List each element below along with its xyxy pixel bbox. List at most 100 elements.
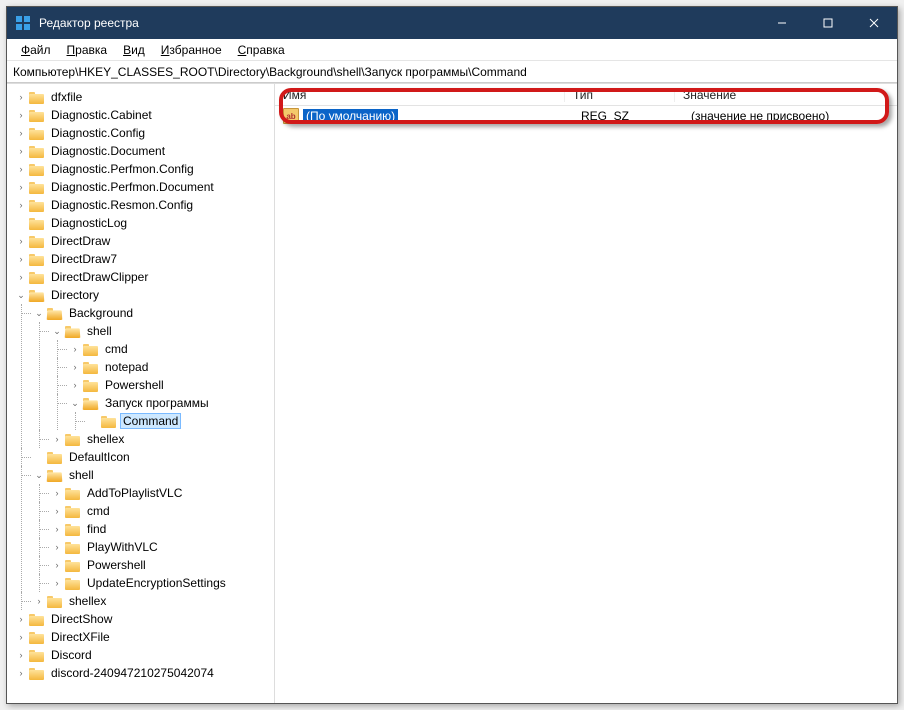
tree-item[interactable]: › discord-240947210275042074 [15, 664, 274, 682]
menu-view[interactable]: Вид [115, 41, 153, 59]
tree-item-label: shell [85, 324, 114, 338]
tree-item[interactable]: ›Diagnostic.Cabinet [15, 106, 274, 124]
expand-icon[interactable]: › [51, 523, 63, 535]
address-bar[interactable]: Компьютер\HKEY_CLASSES_ROOT\Directory\Ba… [7, 61, 897, 83]
tree-item[interactable]: ⌄Background [33, 304, 274, 322]
tree-item[interactable]: Command [87, 412, 274, 430]
tree-item-label: DirectDraw7 [49, 252, 119, 266]
tree-item-label: Command [121, 414, 180, 428]
expand-icon[interactable]: › [15, 109, 27, 121]
tree-item[interactable]: ›find [51, 520, 274, 538]
expand-icon[interactable]: › [15, 163, 27, 175]
tree-item[interactable]: ›notepad [69, 358, 274, 376]
column-name[interactable]: Имя [275, 88, 565, 102]
folder-icon [29, 666, 45, 680]
collapse-icon[interactable]: ⌄ [15, 289, 27, 301]
expand-icon[interactable]: › [51, 577, 63, 589]
expand-icon[interactable]: › [15, 235, 27, 247]
tree-item[interactable]: ›Diagnostic.Perfmon.Config [15, 160, 274, 178]
collapse-icon[interactable]: ⌄ [33, 307, 45, 319]
expand-icon[interactable]: › [69, 361, 81, 373]
expand-icon[interactable]: › [15, 145, 27, 157]
expand-icon[interactable]: › [51, 505, 63, 517]
menu-help[interactable]: Справка [230, 41, 293, 59]
tree-item[interactable]: ›cmd [51, 502, 274, 520]
column-type[interactable]: Тип [565, 88, 675, 102]
expand-icon[interactable]: › [15, 253, 27, 265]
tree-item[interactable]: ›cmd [69, 340, 274, 358]
tree-item-label: discord-240947210275042074 [49, 666, 216, 680]
minimize-button[interactable] [759, 7, 805, 39]
tree-item[interactable]: › shellex [33, 592, 274, 610]
tree-item[interactable]: ›Powershell [69, 376, 274, 394]
column-data[interactable]: Значение [675, 88, 897, 102]
expand-icon[interactable]: › [51, 487, 63, 499]
tree-item[interactable]: ›dfxfile [15, 88, 274, 106]
menu-edit[interactable]: Правка [59, 41, 116, 59]
folder-icon [29, 180, 45, 194]
tree-item[interactable]: ›shellex [51, 430, 274, 448]
expand-icon[interactable]: › [51, 559, 63, 571]
tree-item[interactable]: ›PlayWithVLC [51, 538, 274, 556]
tree-item-label: DiagnosticLog [49, 216, 129, 230]
tree-item[interactable]: › DirectXFile [15, 628, 274, 646]
tree-item[interactable]: › Diagnostic.Perfmon.Document [15, 178, 274, 196]
tree-item[interactable]: ⌄Directory [15, 286, 274, 304]
tree-item[interactable]: ›Diagnostic.Resmon.Config [15, 196, 274, 214]
tree-item[interactable]: DiagnosticLog [15, 214, 274, 232]
tree-item[interactable]: › Diagnostic.Document [15, 142, 274, 160]
tree-item[interactable]: ›DirectDraw [15, 232, 274, 250]
tree-item[interactable]: ›UpdateEncryptionSettings [51, 574, 274, 592]
maximize-button[interactable] [805, 7, 851, 39]
expand-icon[interactable]: › [15, 271, 27, 283]
folder-icon [101, 414, 117, 428]
tree-item-label: Diagnostic.Perfmon.Document [49, 180, 216, 194]
column-headers: Имя Тип Значение [275, 84, 897, 106]
collapse-icon[interactable]: ⌄ [69, 397, 81, 409]
values-pane[interactable]: Имя Тип Значение ab (По умолчанию) REG_S… [275, 84, 897, 703]
tree-item-label: DirectDrawClipper [49, 270, 150, 284]
tree-item[interactable]: ›Discord [15, 646, 274, 664]
folder-icon [47, 450, 63, 464]
expand-icon[interactable]: › [15, 631, 27, 643]
tree-item[interactable]: › DirectDrawClipper [15, 268, 274, 286]
tree-item[interactable]: ⌄ shell [51, 322, 274, 340]
expand-icon[interactable]: › [51, 433, 63, 445]
folder-icon [29, 162, 45, 176]
expand-icon[interactable]: › [15, 181, 27, 193]
close-button[interactable] [851, 7, 897, 39]
tree-pane[interactable]: ›dfxfile›Diagnostic.Cabinet›Diagnostic.C… [7, 84, 275, 703]
tree-item-label: Diagnostic.Document [49, 144, 167, 158]
tree-item[interactable]: DefaultIcon [33, 448, 274, 466]
expand-icon[interactable]: › [15, 613, 27, 625]
tree-item-label: Diagnostic.Config [49, 126, 147, 140]
expand-icon[interactable]: › [15, 667, 27, 679]
tree-item[interactable]: ⌄shell [33, 466, 274, 484]
value-row[interactable]: ab (По умолчанию) REG_SZ (значение не пр… [275, 106, 897, 126]
menu-file[interactable]: Файл [13, 41, 59, 59]
expand-icon[interactable]: › [15, 127, 27, 139]
tree-item[interactable]: › DirectDraw7 [15, 250, 274, 268]
tree-item[interactable]: › Diagnostic.Config [15, 124, 274, 142]
expand-icon[interactable]: › [15, 649, 27, 661]
tree-item-label: shellex [67, 594, 108, 608]
tree-item-label: DirectXFile [49, 630, 112, 644]
collapse-icon[interactable]: ⌄ [51, 325, 63, 337]
expand-icon[interactable]: › [33, 595, 45, 607]
tree-item[interactable]: ›AddToPlaylistVLC [51, 484, 274, 502]
expand-icon[interactable]: › [69, 343, 81, 355]
folder-icon [47, 306, 63, 320]
expand-icon[interactable]: › [69, 379, 81, 391]
expand-icon[interactable]: › [15, 199, 27, 211]
titlebar[interactable]: Редактор реестра [7, 7, 897, 39]
folder-icon [29, 234, 45, 248]
menu-favorites[interactable]: Избранное [153, 41, 230, 59]
content-area: ›dfxfile›Diagnostic.Cabinet›Diagnostic.C… [7, 83, 897, 703]
tree-item-label: DefaultIcon [67, 450, 132, 464]
tree-item[interactable]: ⌄Запуск программы [69, 394, 274, 412]
expand-icon[interactable]: › [51, 541, 63, 553]
collapse-icon[interactable]: ⌄ [33, 469, 45, 481]
tree-item[interactable]: ›Powershell [51, 556, 274, 574]
expand-icon[interactable]: › [15, 91, 27, 103]
tree-item[interactable]: ›DirectShow [15, 610, 274, 628]
